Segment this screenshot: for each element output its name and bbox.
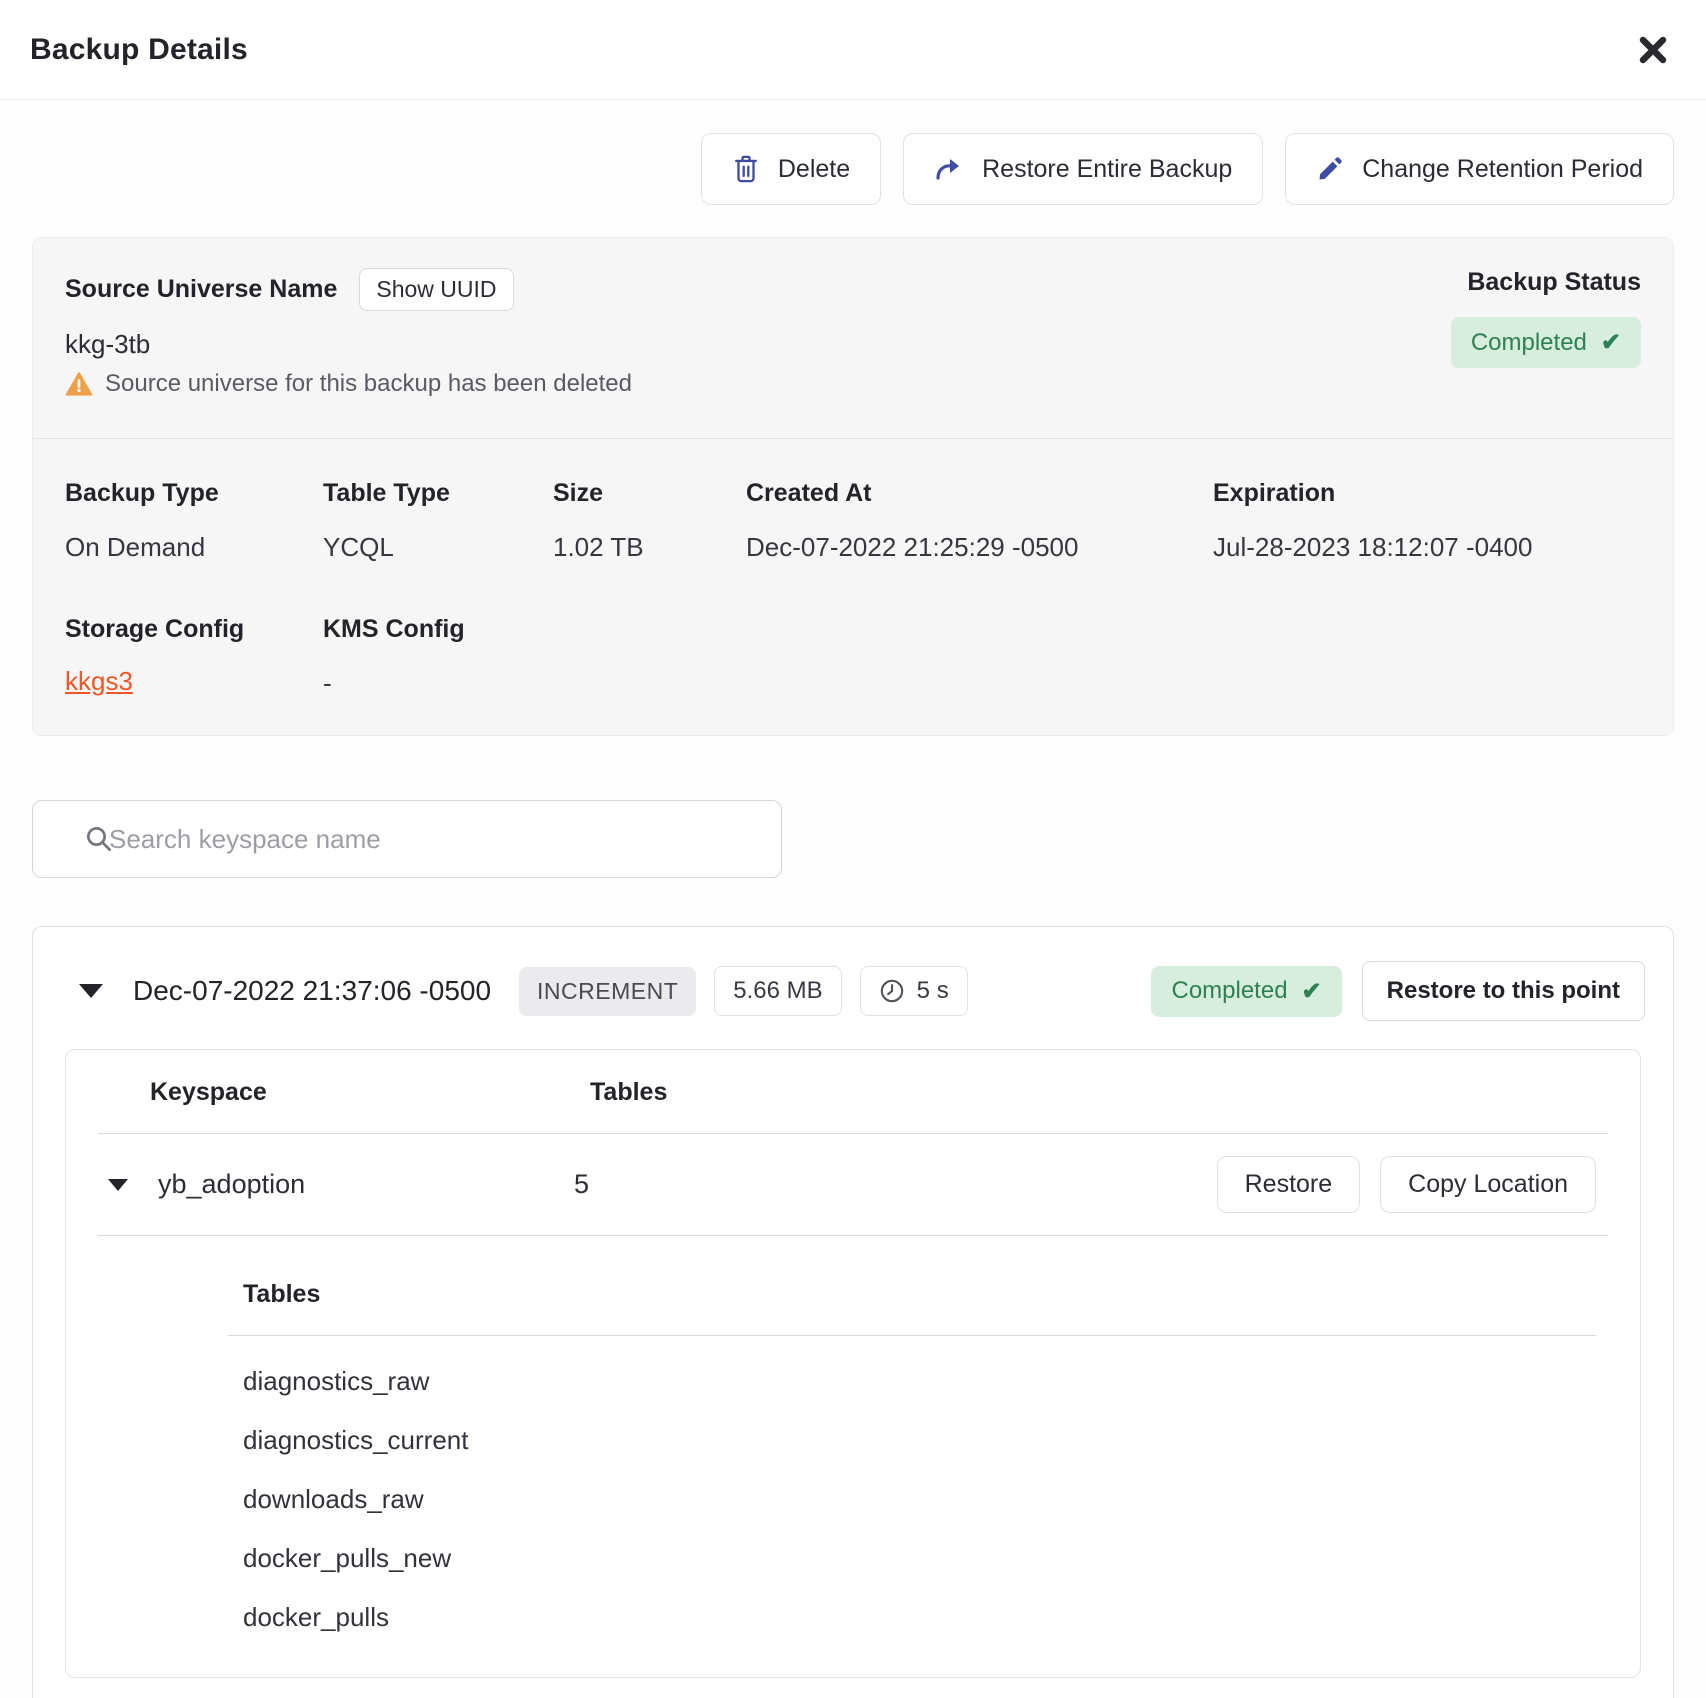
change-retention-label: Change Retention Period: [1362, 155, 1643, 184]
increment-duration-badge: 5 s: [860, 966, 968, 1016]
field-value: Dec-07-2022 21:25:29 -0500: [746, 532, 1213, 563]
backup-status-label: Backup Status: [1467, 268, 1641, 297]
restore-button[interactable]: Restore: [1217, 1156, 1361, 1213]
field-kms-config: KMS Config -: [323, 615, 1641, 699]
column-header-keyspace: Keyspace: [150, 1078, 590, 1107]
table-name-item: docker_pulls: [228, 1588, 1596, 1647]
field-backup-type: Backup Type On Demand: [65, 479, 323, 563]
show-uuid-button[interactable]: Show UUID: [359, 268, 513, 311]
field-label: Expiration: [1213, 479, 1641, 508]
tables-subsection: Tables diagnostics_raw diagnostics_curre…: [228, 1236, 1596, 1677]
increment-card: Dec-07-2022 21:37:06 -0500 INCREMENT 5.6…: [32, 926, 1674, 1698]
keyspace-table-header: Keyspace Tables: [66, 1050, 1640, 1133]
keyspace-expand-button[interactable]: [102, 1173, 134, 1197]
delete-button-label: Delete: [778, 155, 850, 184]
trash-icon: [732, 154, 760, 184]
check-icon: ✔: [1601, 328, 1621, 357]
search-input[interactable]: [32, 800, 782, 878]
field-label: Table Type: [323, 479, 553, 508]
increment-duration-value: 5 s: [917, 977, 949, 1005]
increment-status-badge: Completed ✔: [1151, 966, 1341, 1017]
field-label: Storage Config: [65, 615, 323, 644]
increment-timestamp: Dec-07-2022 21:37:06 -0500: [133, 975, 491, 1007]
page-title: Backup Details: [30, 33, 248, 67]
table-name-item: downloads_raw: [228, 1470, 1596, 1529]
field-value: YCQL: [323, 532, 553, 563]
field-size: Size 1.02 TB: [553, 479, 746, 563]
modal-header: Backup Details: [0, 0, 1706, 100]
keyspace-table-card: Keyspace Tables yb_adoption 5 Restore Co…: [65, 1049, 1641, 1678]
warning-icon: [65, 371, 93, 397]
backup-details-modal: Backup Details Delete: [0, 0, 1706, 1698]
backup-status-value: Completed: [1471, 329, 1587, 357]
delete-button[interactable]: Delete: [701, 133, 881, 205]
close-button[interactable]: [1630, 27, 1676, 73]
field-label: Size: [553, 479, 746, 508]
column-header-tables: Tables: [590, 1078, 667, 1107]
restore-arrow-icon: [934, 155, 964, 183]
keyspace-table-count: 5: [574, 1169, 589, 1200]
backup-status-badge: Completed ✔: [1451, 317, 1641, 368]
keyspace-row: yb_adoption 5 Restore Copy Location: [66, 1134, 1640, 1235]
universe-name: kkg-3tb: [65, 329, 632, 360]
increment-status-value: Completed: [1171, 977, 1287, 1005]
field-storage-config: Storage Config kkgs3: [65, 615, 323, 699]
field-label: Backup Type: [65, 479, 323, 508]
restore-to-this-point-button[interactable]: Restore to this point: [1362, 961, 1645, 1021]
restore-entire-backup-label: Restore Entire Backup: [982, 155, 1232, 184]
actions-toolbar: Delete Restore Entire Backup Change Rete…: [32, 133, 1674, 205]
field-expiration: Expiration Jul-28-2023 18:12:07 -0400: [1213, 479, 1641, 563]
close-icon: [1636, 33, 1670, 67]
field-value: On Demand: [65, 532, 323, 563]
field-value: -: [323, 668, 1641, 699]
table-name-item: diagnostics_raw: [228, 1352, 1596, 1411]
source-universe-label: Source Universe Name: [65, 275, 337, 304]
change-retention-button[interactable]: Change Retention Period: [1285, 133, 1674, 205]
restore-entire-backup-button[interactable]: Restore Entire Backup: [903, 133, 1263, 205]
field-label: KMS Config: [323, 615, 1641, 644]
field-created-at: Created At Dec-07-2022 21:25:29 -0500: [746, 479, 1213, 563]
field-table-type: Table Type YCQL: [323, 479, 553, 563]
chevron-down-icon: [79, 984, 103, 998]
keyspace-search: [32, 800, 782, 878]
tables-list: diagnostics_raw diagnostics_current down…: [228, 1336, 1596, 1677]
storage-config-link[interactable]: kkgs3: [65, 666, 133, 696]
universe-warning-text: Source universe for this backup has been…: [105, 370, 632, 398]
chevron-down-icon: [108, 1179, 128, 1191]
increment-size-badge: 5.66 MB: [714, 966, 841, 1016]
keyspace-name: yb_adoption: [158, 1169, 574, 1200]
pencil-icon: [1316, 155, 1344, 183]
field-label: Created At: [746, 479, 1213, 508]
table-name-item: diagnostics_current: [228, 1411, 1596, 1470]
backup-summary-panel: Source Universe Name Show UUID kkg-3tb S…: [32, 237, 1674, 736]
field-value: Jul-28-2023 18:12:07 -0400: [1213, 532, 1641, 563]
increment-type-badge: INCREMENT: [519, 967, 696, 1016]
check-icon: ✔: [1302, 977, 1322, 1006]
field-value: 1.02 TB: [553, 532, 746, 563]
clock-icon: [879, 978, 905, 1004]
copy-location-button[interactable]: Copy Location: [1380, 1156, 1596, 1213]
tables-subheader: Tables: [228, 1280, 1596, 1309]
increment-expand-button[interactable]: [73, 978, 109, 1004]
table-name-item: docker_pulls_new: [228, 1529, 1596, 1588]
